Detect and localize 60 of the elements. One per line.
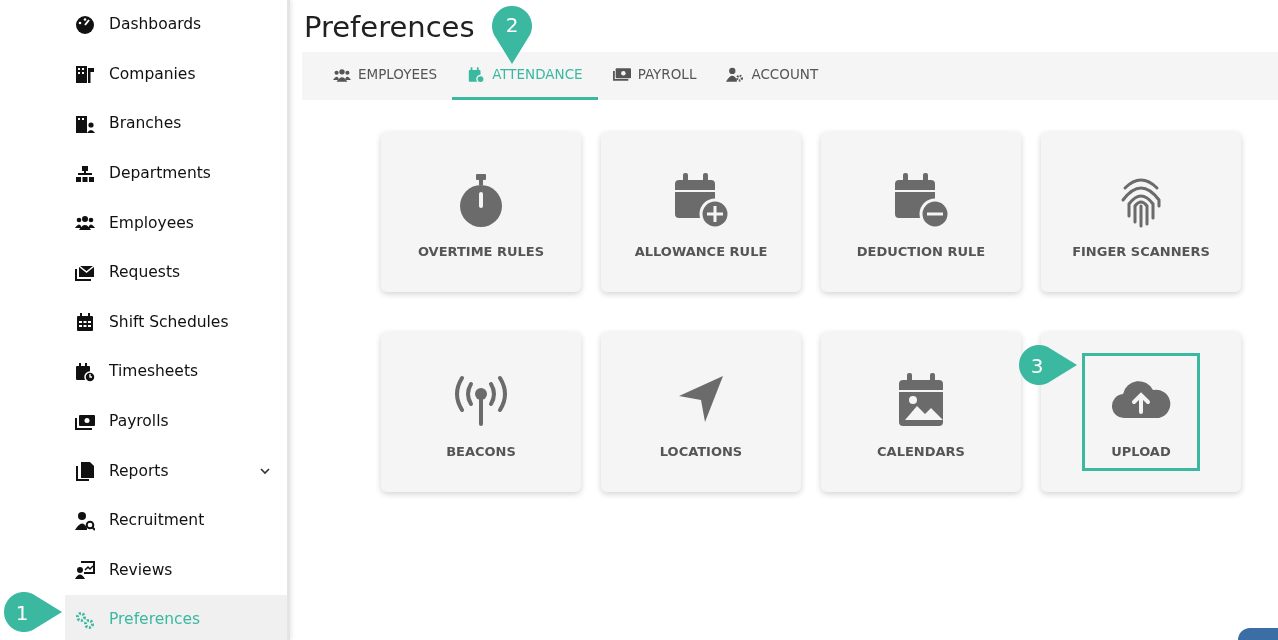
- sidebar-item[interactable]: Reviews: [65, 545, 287, 596]
- sidebar-item[interactable]: Timesheets: [65, 347, 287, 397]
- chat-button[interactable]: [1238, 628, 1278, 640]
- user-search-icon: [75, 510, 95, 531]
- tab[interactable]: ACCOUNT: [711, 52, 834, 100]
- calendar-clock-icon: [467, 66, 486, 83]
- sidebar-item-label: Dashboards: [109, 14, 202, 36]
- settings-tile[interactable]: FINGER SCANNERS: [1041, 132, 1241, 292]
- page-title: Preferences: [304, 9, 475, 46]
- sidebar-item-label: Companies: [109, 63, 196, 85]
- sidebar-item[interactable]: Shift Schedules: [65, 297, 287, 348]
- tile-label: BEACONS: [446, 443, 516, 462]
- sidebar-item[interactable]: Branches: [65, 99, 287, 149]
- tab[interactable]: EMPLOYEES: [318, 52, 453, 100]
- sidebar-item-label: Requests: [109, 262, 181, 284]
- tile-label: FINGER SCANNERS: [1072, 243, 1210, 262]
- sidebar-item-label: Branches: [109, 113, 182, 135]
- tile-label: OVERTIME RULES: [417, 243, 545, 262]
- calendar-clock-icon: [75, 361, 95, 382]
- sidebar-item[interactable]: Companies: [65, 49, 287, 100]
- sidebar-item[interactable]: Recruitment: [65, 495, 287, 546]
- settings-tile[interactable]: LOCATIONS: [601, 332, 801, 492]
- user-gear-icon: [726, 66, 745, 83]
- sidebar-item[interactable]: Dashboards: [65, 0, 287, 50]
- settings-tile[interactable]: ALLOWANCE RULE: [601, 132, 801, 292]
- dashboard-gauge-icon: [75, 14, 95, 35]
- calendar-icon: [75, 312, 95, 333]
- money-icon: [612, 66, 631, 83]
- sitemap-icon: [75, 163, 95, 184]
- building-user-icon: [75, 114, 95, 134]
- sidebar-item[interactable]: Departments: [65, 148, 287, 199]
- settings-tile[interactable]: DEDUCTION RULE: [821, 132, 1021, 292]
- users-icon: [333, 66, 351, 83]
- sidebar-item-label: Payrolls: [109, 410, 169, 432]
- tile-label: UPLOAD: [1111, 443, 1171, 462]
- sidebar-item-label: Recruitment: [109, 510, 205, 532]
- sidebar-item-label: Timesheets: [109, 361, 199, 383]
- buildings-icon: [75, 64, 95, 85]
- documents-icon: [75, 461, 95, 482]
- settings-tile[interactable]: CALENDARS: [821, 332, 1021, 492]
- tile-label: CALENDARS: [877, 443, 965, 462]
- tile-label: ALLOWANCE RULE: [634, 243, 768, 262]
- sidebar-item-label: Departments: [109, 162, 211, 184]
- sidebar-item-label: Employees: [109, 212, 194, 234]
- gears-icon: [75, 609, 95, 630]
- sidebar-item-label: Reports: [109, 460, 169, 482]
- sidebar-item[interactable]: Payrolls: [65, 396, 287, 447]
- tile-label: LOCATIONS: [659, 443, 743, 462]
- sidebar-item-label: Reviews: [109, 559, 173, 581]
- settings-tile[interactable]: UPLOAD: [1041, 332, 1241, 492]
- sidebar-item-label: Preferences: [109, 609, 201, 631]
- tile-label: DEDUCTION RULE: [856, 243, 986, 262]
- sidebar-item[interactable]: Reports: [65, 446, 287, 496]
- sidebar-item[interactable]: Employees: [65, 198, 287, 248]
- settings-tile[interactable]: OVERTIME RULES: [381, 132, 581, 292]
- presentation-user-icon: [75, 560, 95, 581]
- sidebar-item[interactable]: Requests: [65, 247, 287, 298]
- settings-tile[interactable]: BEACONS: [381, 332, 581, 492]
- sidebar-item-label: Shift Schedules: [109, 311, 229, 333]
- tab[interactable]: PAYROLL: [597, 52, 712, 100]
